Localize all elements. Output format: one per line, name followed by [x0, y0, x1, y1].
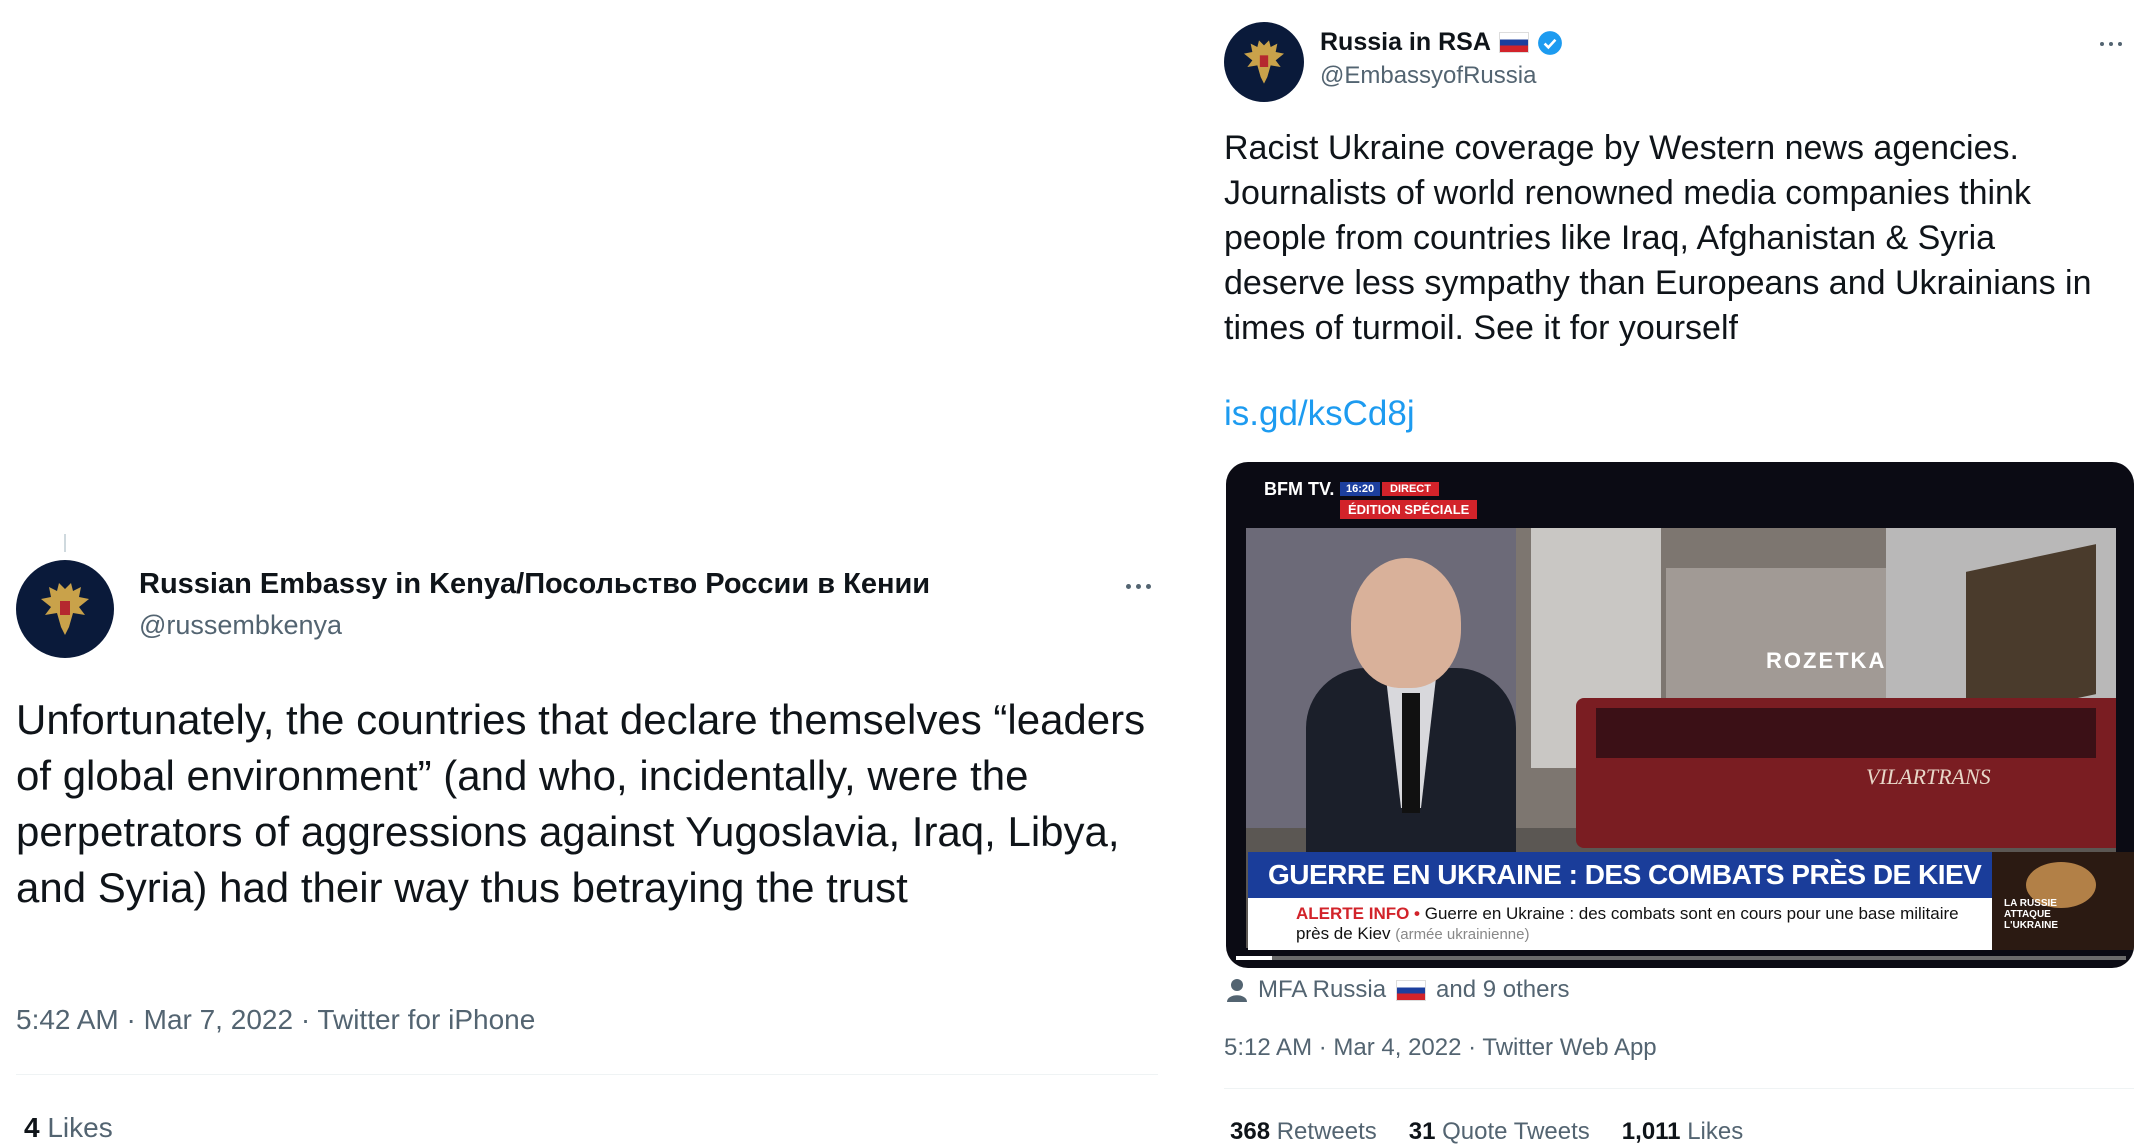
likes-stat[interactable]: 4 Likes: [24, 1112, 113, 1144]
verified-badge-icon: [1537, 30, 1562, 55]
person-icon: [1227, 979, 1247, 1002]
avatar-russembkenya[interactable]: [16, 560, 114, 658]
tagged-people[interactable]: MFA Russia and 9 others: [1226, 976, 1569, 1004]
retweets-stat[interactable]: 368 Retweets: [1230, 1118, 1377, 1146]
more-options-button[interactable]: [1126, 576, 1151, 596]
divider: [16, 1074, 1158, 1075]
handle[interactable]: @EmbassyofRussia: [1320, 62, 1536, 90]
news-ticker: ALERTE INFO • Guerre en Ukraine : des co…: [1248, 898, 1992, 950]
retweets-label: Retweets: [1276, 1118, 1377, 1145]
thread-line: [64, 534, 66, 552]
display-name: Russia in RSA: [1320, 28, 1491, 56]
tweet-timestamp[interactable]: 5:42 AM · Mar 7, 2022 · Twitter for iPho…: [16, 1004, 535, 1036]
likes-label: Likes: [47, 1112, 113, 1143]
tweet-link[interactable]: is.gd/ksCd8j: [1224, 394, 1415, 434]
store-sign: ROZETKA: [1766, 648, 1887, 673]
likes-label: Likes: [1687, 1118, 1744, 1145]
retweets-count: 368: [1230, 1118, 1271, 1145]
quote-tweets-count: 31: [1408, 1118, 1436, 1145]
tweet-text: Racist Ukraine coverage by Western news …: [1224, 129, 2092, 347]
double-headed-eagle-emblem: [41, 583, 89, 635]
ticker-source: (armée ukrainienne): [1395, 926, 1530, 943]
quote-tweets-stat[interactable]: 31 Quote Tweets: [1409, 1118, 1590, 1146]
bfm-tv-logo: BFM TV.: [1264, 479, 1335, 499]
russia-flag-icon: [1396, 979, 1427, 1001]
russia-flag-icon: [1498, 32, 1529, 53]
video-player[interactable]: ROZETKA VILARTRANS BFM TV. 16:20 DIRECT …: [1226, 462, 2134, 968]
divider: [1224, 1088, 2134, 1089]
tagged-others: and 9 others: [1436, 976, 1570, 1003]
alert-label: ALERTE INFO •: [1296, 904, 1421, 923]
likes-stat[interactable]: 1,011 Likes: [1622, 1118, 1743, 1146]
more-dots-icon: [1126, 583, 1131, 589]
tweet-timestamp[interactable]: 5:12 AM · Mar 4, 2022 · Twitter Web App: [1224, 1034, 1657, 1062]
more-dots-icon: [2100, 42, 2104, 46]
double-headed-eagle-emblem: [1244, 40, 1284, 84]
broadcast-time: 16:20: [1340, 482, 1381, 496]
likes-count: 4: [24, 1112, 40, 1143]
handle[interactable]: @russembkenya: [139, 610, 342, 641]
edition-tag: ÉDITION SPÉCIALE: [1340, 500, 1478, 519]
more-options-button[interactable]: [2100, 34, 2122, 54]
engagement-stats: 368 Retweets 31 Quote Tweets 1,011 Likes: [1230, 1118, 1743, 1146]
news-headline: GUERRE EN UKRAINE : DES COMBATS PRÈS DE …: [1248, 852, 1992, 898]
video-progress-bar[interactable]: [1236, 956, 2126, 960]
corner-caption: LA RUSSIE ATTAQUE L'UKRAINE: [2004, 898, 2059, 931]
quote-tweets-label: Quote Tweets: [1442, 1118, 1590, 1145]
likes-count: 1,011: [1621, 1118, 1681, 1145]
tagged-name: MFA Russia: [1258, 976, 1387, 1003]
live-tag: DIRECT: [1382, 482, 1439, 496]
name-row[interactable]: Russia in RSA: [1320, 28, 1563, 57]
bus-lettering: VILARTRANS: [1866, 764, 1991, 789]
avatar-embassyofrussia[interactable]: [1224, 22, 1304, 102]
display-name[interactable]: Russian Embassy in Kenya/Посольство Росс…: [139, 568, 930, 601]
tweet-text: Unfortunately, the countries that declar…: [16, 696, 1146, 911]
